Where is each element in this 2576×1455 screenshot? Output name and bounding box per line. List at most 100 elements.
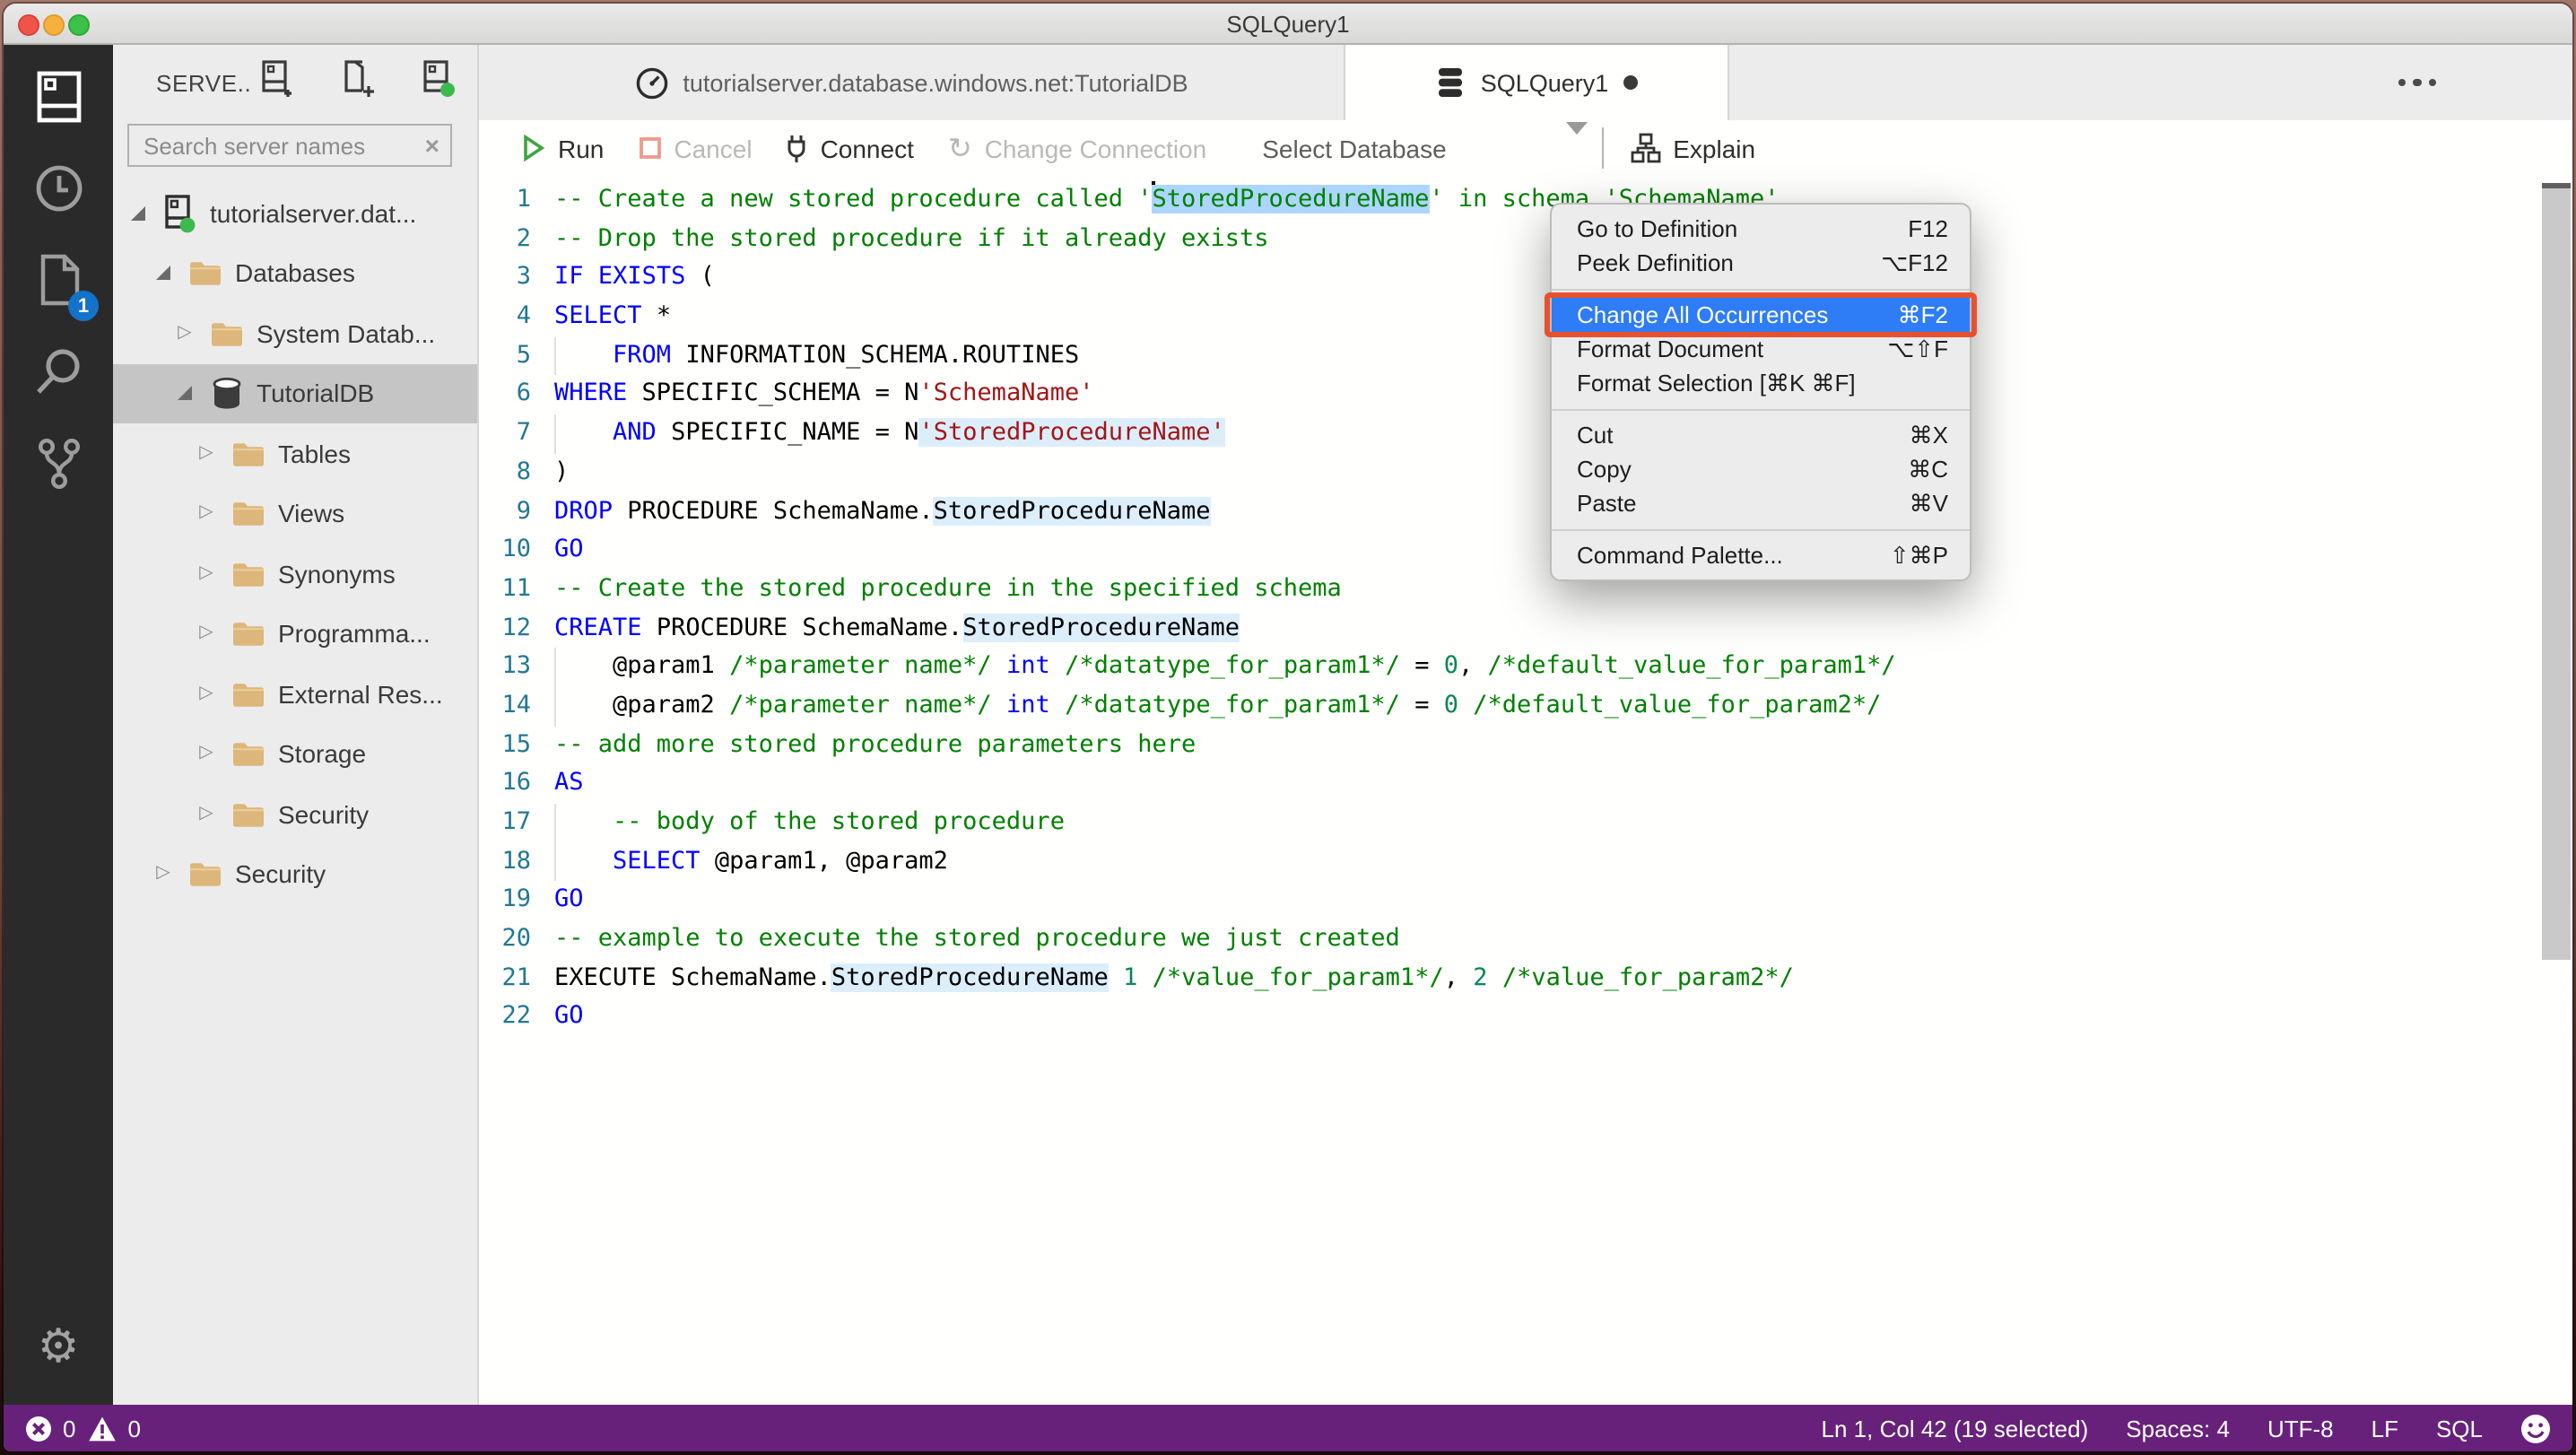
tree-item-security[interactable]: ▷ Security: [113, 844, 477, 904]
collapsed-twistie-icon[interactable]: ▷: [199, 805, 213, 823]
code-line-1[interactable]: 1 -- Create a new stored procedure called…: [479, 181, 2572, 220]
code-line-14[interactable]: 14 @param2 /*parameter name*/ int /*data…: [479, 686, 2572, 726]
code-line-4[interactable]: 4 SELECT *: [479, 298, 2572, 336]
status-utf-8[interactable]: UTF-8: [2267, 1415, 2334, 1442]
expanded-twistie-icon[interactable]: [156, 266, 170, 281]
folder-icon: [231, 680, 265, 709]
tree-item-views[interactable]: ▷ Views: [113, 484, 477, 544]
code-line-5[interactable]: 5 FROM INFORMATION_SCHEMA.ROUTINES: [479, 336, 2572, 376]
collapsed-twistie-icon[interactable]: ▷: [199, 684, 213, 703]
code-line-11[interactable]: 11 -- Create the stored procedure in the …: [479, 571, 2572, 609]
problems-summary[interactable]: 00: [25, 1415, 141, 1442]
collapsed-twistie-icon[interactable]: ▷: [199, 624, 213, 643]
editor-tab-active[interactable]: SQLQuery1: [1345, 45, 1729, 120]
collapsed-twistie-icon[interactable]: ▷: [199, 745, 213, 763]
code-line-3[interactable]: 3 IF EXISTS (: [479, 259, 2572, 298]
new-connection-button[interactable]: [260, 60, 294, 100]
menu-item-cut[interactable]: Cut ⌘X: [1552, 418, 1970, 452]
code-line-16[interactable]: 16 AS: [479, 765, 2572, 804]
clear-search-icon[interactable]: ×: [425, 133, 439, 158]
expanded-twistie-icon[interactable]: [131, 205, 145, 221]
active-connections-button[interactable]: [422, 60, 456, 100]
editor-scrollbar[interactable]: [2542, 183, 2571, 960]
tree-item-tables[interactable]: ▷ Tables: [113, 423, 477, 484]
activity-bar-item-source-control[interactable]: [4, 422, 113, 513]
menu-item-label: Paste: [1577, 490, 1637, 517]
tree-item-tutorialserver-dat[interactable]: tutorialserver.dat...: [113, 183, 477, 243]
code-line-21[interactable]: 21 EXECUTE SchemaName.StoredProcedureName…: [479, 960, 2572, 998]
more-actions-icon[interactable]: [2398, 45, 2572, 120]
expanded-twistie-icon[interactable]: [178, 386, 192, 401]
tree-item-synonyms[interactable]: ▷ Synonyms: [113, 544, 477, 604]
activity-bar-item-servers[interactable]: [4, 56, 113, 147]
code-line-13[interactable]: 13 @param1 /*parameter name*/ int /*data…: [479, 648, 2572, 687]
code-line-18[interactable]: 18 SELECT @param1, @param2: [479, 842, 2572, 882]
minimize-window-icon[interactable]: [43, 14, 65, 36]
dirty-indicator-icon[interactable]: [1623, 75, 1638, 90]
error-count[interactable]: 0: [25, 1415, 75, 1442]
menu-item-command-palette[interactable]: Command Palette... ⇧⌘P: [1552, 538, 1970, 572]
code-line-10[interactable]: 10 GO: [479, 531, 2572, 570]
connect-button[interactable]: Connect: [787, 134, 914, 162]
code-line-22[interactable]: 22 GO: [479, 998, 2572, 1037]
smiley-status[interactable]: [2520, 1413, 2551, 1443]
tree-item-system-datab[interactable]: ▷ System Datab...: [113, 303, 477, 363]
code-line-6[interactable]: 6 WHERE SPECIFIC_SCHEMA = N'SchemaName': [479, 376, 2572, 414]
menu-item-peek-definition[interactable]: Peek Definition ⌥F12: [1552, 246, 1970, 280]
new-server-group-button[interactable]: [341, 60, 375, 100]
zoom-window-icon[interactable]: [68, 14, 90, 36]
toolbar-button-label: Explain: [1673, 134, 1756, 162]
activity-bar-item-search[interactable]: [4, 330, 113, 422]
collapsed-twistie-icon[interactable]: ▷: [178, 324, 191, 343]
code-line-9[interactable]: 9 DROP PROCEDURE SchemaName.StoredProcedu…: [479, 492, 2572, 531]
activity-bar-item-task-history[interactable]: [4, 147, 113, 239]
folder-icon: [188, 259, 222, 288]
activity-bar-item-settings[interactable]: ⚙: [4, 1304, 113, 1390]
server-search-box[interactable]: ×: [127, 124, 452, 167]
close-window-icon[interactable]: [18, 14, 39, 36]
line-number: 3: [516, 262, 531, 292]
status-sql[interactable]: SQL: [2436, 1415, 2483, 1442]
tree-item-storage[interactable]: ▷ Storage: [113, 724, 477, 784]
menu-item-format-document[interactable]: Format Document ⌥⇧F: [1552, 332, 1970, 366]
collapsed-twistie-icon[interactable]: ▷: [199, 504, 213, 523]
code-line-12[interactable]: 12 CREATE PROCEDURE SchemaName.StoredProc…: [479, 609, 2572, 648]
menu-item-paste[interactable]: Paste ⌘V: [1552, 486, 1970, 520]
code-editor[interactable]: 1 -- Create a new stored procedure called…: [479, 176, 2572, 1405]
status-spaces-4[interactable]: Spaces: 4: [2126, 1415, 2230, 1442]
code-line-7[interactable]: 7 AND SPECIFIC_NAME = N'StoredProcedureN…: [479, 414, 2572, 454]
code-line-15[interactable]: 15 -- add more stored procedure parameter…: [479, 726, 2572, 764]
explain-button[interactable]: Explain: [1630, 133, 1755, 163]
code-line-19[interactable]: 19 GO: [479, 882, 2572, 920]
menu-item-change-all-occurrences[interactable]: Change All Occurrences ⌘F2: [1545, 292, 1977, 337]
line-number: 6: [516, 379, 531, 408]
tree-item-databases[interactable]: Databases: [113, 243, 477, 303]
code-line-8[interactable]: 8): [479, 454, 2572, 492]
search-input[interactable]: [140, 130, 425, 161]
collapsed-twistie-icon[interactable]: ▷: [156, 865, 170, 884]
code-line-17[interactable]: 17 -- body of the stored procedure: [479, 804, 2572, 842]
menu-item-copy[interactable]: Copy ⌘C: [1552, 452, 1970, 486]
collapsed-twistie-icon[interactable]: ▷: [199, 564, 213, 583]
tree-item-external-res[interactable]: ▷ External Res...: [113, 664, 477, 724]
collapsed-twistie-icon[interactable]: ▷: [199, 444, 213, 463]
object-explorer-tree: tutorialserver.dat... Databases ▷ System Da…: [113, 178, 477, 1405]
code-line-20[interactable]: 20 -- example to execute the stored proce…: [479, 920, 2572, 959]
activity-bar-item-notebooks[interactable]: 1: [4, 239, 113, 330]
menu-item-format-selection-k-f[interactable]: Format Selection [⌘K ⌘F]: [1552, 366, 1970, 400]
warning-count[interactable]: 0: [88, 1415, 141, 1442]
status-lf[interactable]: LF: [2371, 1415, 2398, 1442]
folder-icon: [231, 500, 265, 528]
select-database-dropdown[interactable]: Select Database: [1262, 121, 1588, 162]
run-button[interactable]: Run: [522, 134, 604, 162]
tree-item-programma[interactable]: ▷ Programma...: [113, 604, 477, 664]
tree-item-security[interactable]: ▷ Security: [113, 784, 477, 844]
menu-item-go-to-definition[interactable]: Go to Definition F12: [1552, 212, 1970, 246]
status-ln-1-col-42-19-selected[interactable]: Ln 1, Col 42 (19 selected): [1822, 1415, 2089, 1442]
code-line-2[interactable]: 2 -- Drop the stored procedure if it alre…: [479, 220, 2572, 258]
menu-item-shortcut: ⌘X: [1909, 421, 1948, 448]
main-row: 1⚙ SERVE.. × tutorialserver.dat...Databa…: [4, 45, 2572, 1405]
editor-tab-inactive[interactable]: tutorialserver.database.windows.net:Tuto…: [479, 45, 1345, 120]
line-number: 19: [501, 884, 531, 914]
tree-item-tutorialdb[interactable]: TutorialDB: [113, 363, 477, 423]
